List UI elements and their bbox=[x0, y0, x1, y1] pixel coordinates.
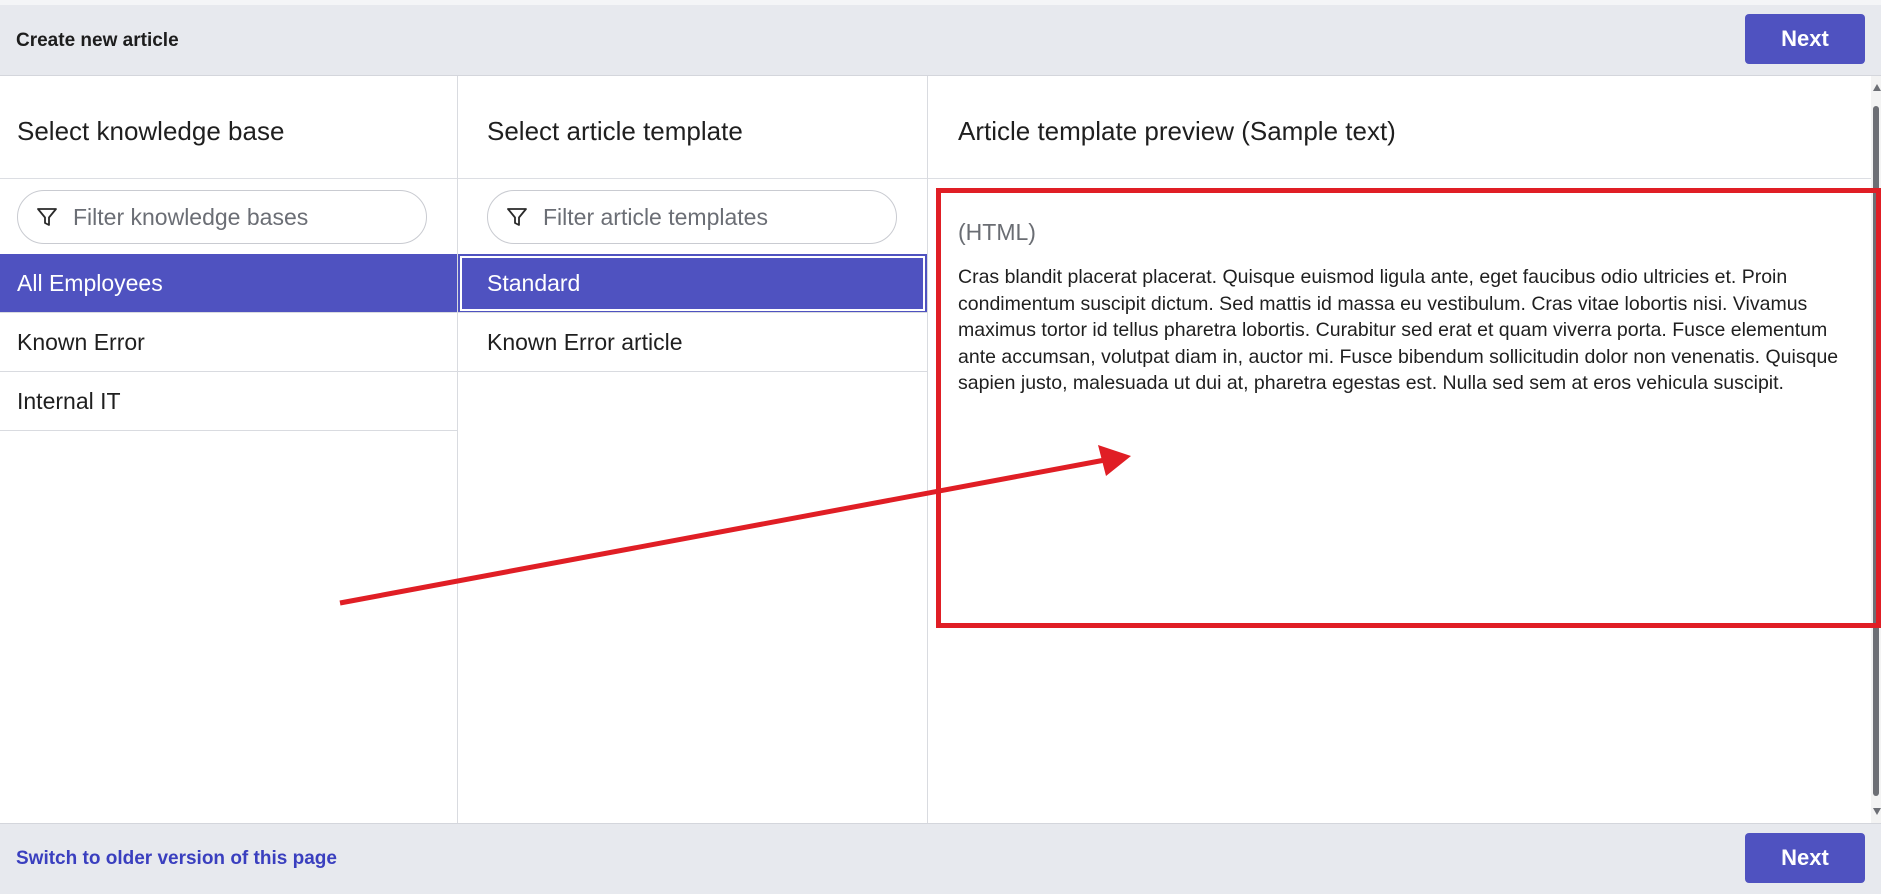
article-template-filter[interactable] bbox=[487, 190, 897, 244]
article-template-heading: Select article template bbox=[487, 116, 743, 146]
next-button-bottom[interactable]: Next bbox=[1745, 833, 1865, 883]
next-button-top[interactable]: Next bbox=[1745, 14, 1865, 64]
list-item-internal-it[interactable]: Internal IT bbox=[0, 372, 457, 431]
preview-sample-text: Cras blandit placerat placerat. Quisque … bbox=[958, 266, 1839, 394]
list-item-known-error-article[interactable]: Known Error article bbox=[458, 313, 927, 372]
scrollbar-thumb[interactable] bbox=[1873, 106, 1879, 796]
knowledge-base-heading: Select knowledge base bbox=[17, 116, 285, 146]
filter-icon bbox=[507, 208, 527, 226]
footer-bar: Switch to older version of this page Nex… bbox=[0, 823, 1881, 894]
list-item-standard[interactable]: Standard bbox=[458, 254, 927, 313]
list-item-known-error[interactable]: Known Error bbox=[0, 313, 457, 372]
top-bar: Create new article Next bbox=[0, 0, 1881, 76]
knowledge-base-filter[interactable] bbox=[17, 190, 427, 244]
filter-icon bbox=[37, 208, 57, 226]
scroll-up-icon[interactable] bbox=[1873, 84, 1881, 91]
knowledge-base-panel: Select knowledge base All Employees Know… bbox=[0, 76, 458, 823]
article-template-panel: Select article template Standard Known E… bbox=[458, 76, 928, 823]
template-preview-body: (HTML) Cras blandit placerat placerat. Q… bbox=[958, 202, 1841, 397]
preview-scrollbar[interactable] bbox=[1871, 76, 1881, 823]
article-template-header: Select article template bbox=[458, 76, 927, 179]
list-item-all-employees[interactable]: All Employees bbox=[0, 254, 457, 313]
template-preview-panel: Article template preview (Sample text) (… bbox=[928, 76, 1871, 823]
article-template-list: Standard Known Error article bbox=[458, 254, 927, 372]
preview-format-tag: (HTML) bbox=[958, 219, 1036, 245]
switch-older-version-link[interactable]: Switch to older version of this page bbox=[16, 848, 337, 870]
knowledge-base-list: All Employees Known Error Internal IT bbox=[0, 254, 457, 431]
knowledge-base-header: Select knowledge base bbox=[0, 76, 457, 179]
article-template-filter-input[interactable] bbox=[543, 199, 873, 235]
scroll-down-icon[interactable] bbox=[1873, 808, 1881, 815]
template-preview-heading: Article template preview (Sample text) bbox=[958, 116, 1396, 146]
page-title: Create new article bbox=[16, 30, 179, 51]
knowledge-base-filter-input[interactable] bbox=[73, 199, 403, 235]
template-preview-header: Article template preview (Sample text) bbox=[928, 76, 1871, 179]
